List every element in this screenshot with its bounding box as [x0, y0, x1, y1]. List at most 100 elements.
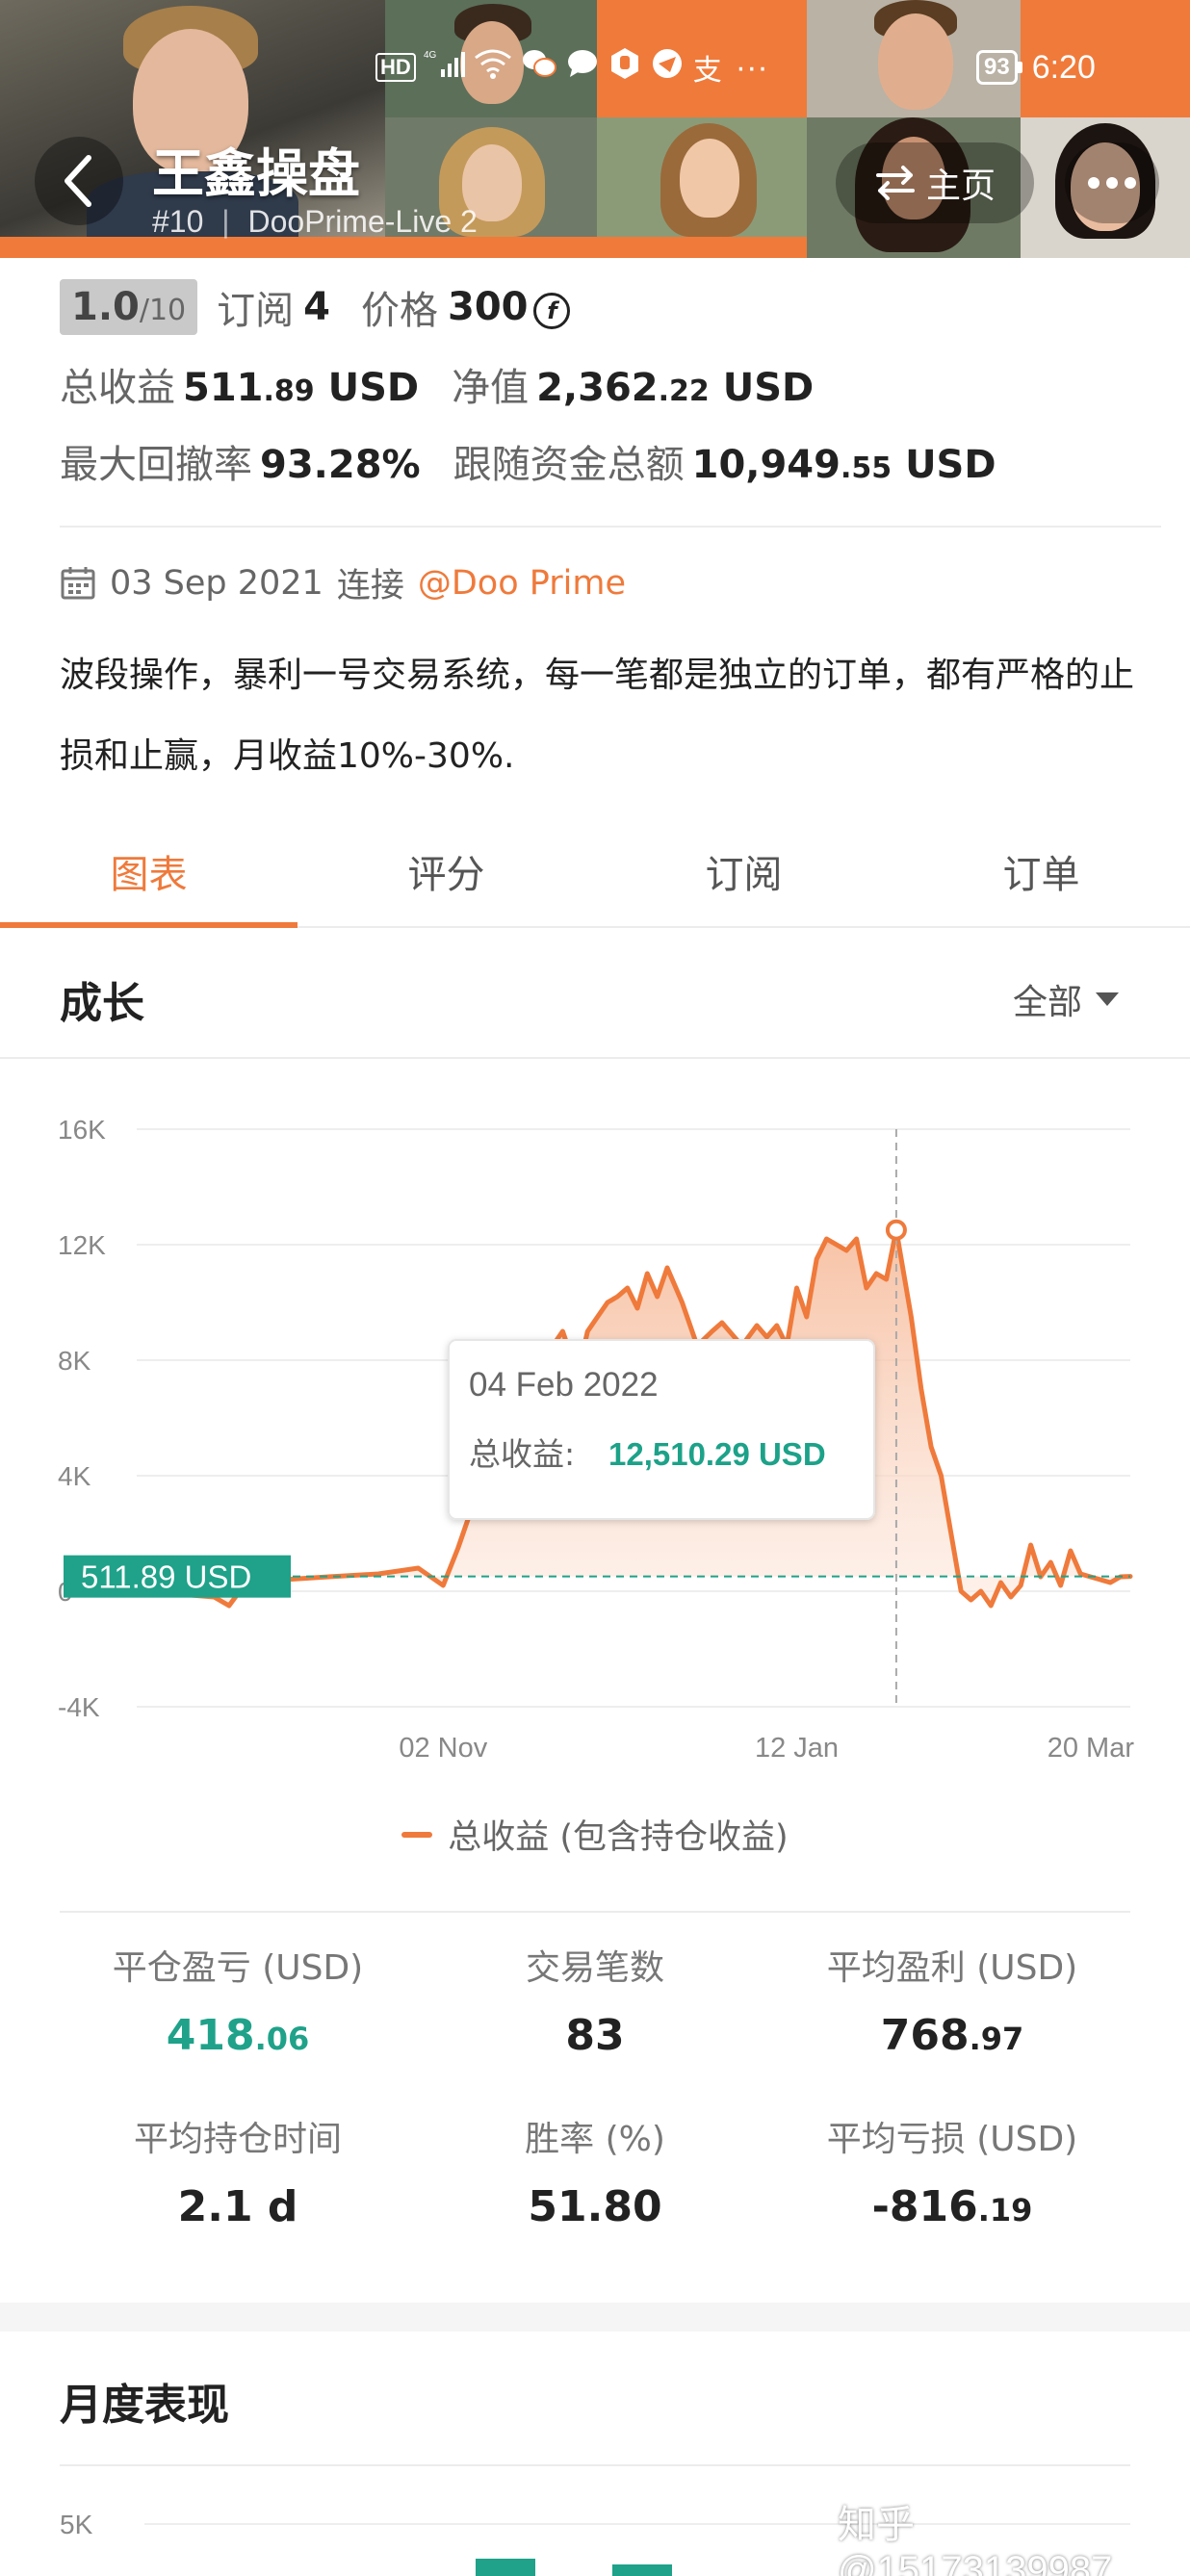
clock: 6:20 [1031, 48, 1096, 86]
tooltip-date: 04 Feb 2022 [469, 1366, 659, 1404]
stat-item: 平均盈利 (USD) 768.97 [774, 1940, 1130, 2060]
connection-date: 03 Sep 2021 [110, 563, 323, 603]
legend-swatch [401, 1831, 433, 1838]
broker-link[interactable]: @Doo Prime [418, 564, 626, 603]
section-gap [0, 2303, 1190, 2331]
tab-bar: 图表 评分 订阅 订单 [0, 824, 1190, 928]
stat-label: 平仓盈亏 (USD) [112, 1948, 364, 1988]
subscribe-count: 4 [303, 285, 330, 329]
stat-item: 交易笔数 83 [417, 1940, 773, 2060]
profile-header: HD 4G 支 ··· 93 6:20 王鑫操盘 #10 | DooPrime-… [0, 0, 1190, 258]
divider [0, 1057, 1190, 1059]
stat-value: 83 [565, 2011, 625, 2060]
x-tick-label: 02 Nov [399, 1733, 487, 1764]
monthly-bar[interactable] [612, 2564, 672, 2576]
x-tick-label: 12 Jan [755, 1733, 839, 1764]
trader-rank: #10 [152, 204, 204, 239]
y-tick-label: -4K [58, 1692, 100, 1722]
price-value: 300 [447, 285, 529, 329]
y-tick-label: 4K [58, 1461, 91, 1491]
stats-grid: 平仓盈亏 (USD) 418.06 交易笔数 83 平均盈利 (USD) 768.97 平均… [60, 1911, 1130, 2231]
chevron-left-icon [65, 155, 91, 207]
growth-chart[interactable]: 16K12K8K4K0-4K 02 Nov12 Jan20 Mar 511.89… [0, 1069, 1190, 1781]
app-icon [651, 47, 684, 89]
status-bar: HD 4G 支 ··· [375, 40, 768, 94]
svg-text:4G: 4G [424, 50, 437, 61]
stat-value: 768.97 [880, 2011, 1024, 2060]
hand-icon [608, 47, 641, 89]
tab-rating[interactable]: 评分 [298, 824, 595, 926]
coin-icon: f [533, 293, 571, 329]
home-button-label: 主页 [925, 167, 996, 206]
x-tick-label: 20 Mar [1048, 1733, 1135, 1764]
battery-icon: 93 [976, 50, 1022, 85]
tooltip-label: 总收益: [469, 1435, 575, 1473]
tooltip-value: 12,510.29 USD [608, 1436, 826, 1472]
y-tick-label: 12K [58, 1230, 106, 1260]
cover-photo [597, 117, 807, 237]
chart-legend: 总收益 (包含持仓收益) [0, 1810, 1190, 1859]
max-drawdown-value: 93.28% [260, 443, 421, 487]
caret-down-icon [1096, 992, 1120, 1006]
stat-value: 2.1 d [177, 2182, 298, 2231]
tab-orders[interactable]: 订单 [892, 824, 1190, 926]
rating-value: 1.0 [71, 285, 140, 329]
connection-line: 03 Sep 2021 连接 @Doo Prime [60, 558, 626, 607]
status-bar-right: 93 6:20 [976, 40, 1096, 94]
stat-label: 交易笔数 [525, 1948, 664, 1988]
divider [60, 526, 1161, 528]
divider [60, 2464, 1130, 2466]
stat-item: 平均持仓时间 2.1 d [60, 2111, 416, 2231]
stat-item: 平均亏损 (USD) -816.19 [774, 2111, 1130, 2231]
more-dots-icon [1088, 177, 1136, 189]
highlight-point [885, 1219, 907, 1241]
follow-total-value: 10,949.55 USD [691, 443, 996, 487]
strategy-description: 波段操作，暴利一号交易系统，每一笔都是独立的订单，都有严格的止损和止赢，月收益1… [60, 656, 1135, 776]
back-button[interactable] [35, 137, 123, 225]
tab-subscribe[interactable]: 订阅 [595, 824, 892, 926]
monthly-y-tick: 5K [60, 2510, 93, 2539]
drawdown-row: 最大回撤率 93.28% 跟随资金总额 10,949.55 USD [60, 433, 1167, 489]
rating-row: 1.0/10 订阅 4 价格 300 f [60, 279, 1167, 335]
chart-tooltip: 04 Feb 2022 总收益: 12,510.29 USD [448, 1339, 875, 1520]
watermark: 知乎 @15173139987 [838, 2504, 1113, 2576]
account-line: #10 | DooPrime-Live 2 [152, 204, 478, 239]
stat-item: 胜率 (%) 51.80 [417, 2111, 773, 2231]
wifi-icon [474, 48, 512, 88]
range-dropdown-value: 全部 [1013, 983, 1083, 1022]
range-dropdown[interactable]: 全部 [1013, 974, 1120, 1024]
follow-total-label: 跟随资金总额 [453, 443, 685, 487]
net-value: 2,362.22 USD [536, 366, 815, 410]
trader-summary: 1.0/10 订阅 4 价格 300 f 总收益 511.89 USD 净值 2… [60, 279, 1167, 489]
current-value-tag: 511.89 USD [64, 1555, 291, 1598]
connect-label: 连接 [336, 567, 404, 605]
home-button[interactable]: 主页 [836, 142, 1034, 223]
y-tick-label: 16K [58, 1115, 106, 1145]
price-label: 价格 [360, 289, 438, 333]
switch-arrows-icon [875, 166, 915, 200]
more-button[interactable] [1065, 142, 1159, 223]
message-icon [566, 48, 599, 88]
stat-item: 平仓盈亏 (USD) 418.06 [60, 1940, 416, 2060]
net-value-label: 净值 [452, 366, 530, 410]
tab-chart[interactable]: 图表 [0, 824, 298, 928]
profit-row: 总收益 511.89 USD 净值 2,362.22 USD [60, 356, 1167, 412]
total-profit-value: 511.89 USD [183, 366, 420, 410]
stat-value: 418.06 [166, 2011, 310, 2060]
monthly-bar[interactable] [476, 2559, 535, 2576]
rating-badge: 1.0/10 [60, 279, 198, 335]
rating-max: /10 [139, 294, 187, 327]
stat-value: -816.19 [871, 2182, 1033, 2231]
legend-label: 总收益 (包含持仓收益) [448, 1818, 789, 1857]
stat-value: 51.80 [528, 2182, 662, 2231]
stat-label: 平均亏损 (USD) [826, 2120, 1078, 2159]
alipay-icon: 支 [692, 55, 722, 87]
header-accent-strip [0, 237, 807, 258]
max-drawdown-label: 最大回撤率 [60, 443, 252, 487]
total-profit-label: 总收益 [60, 366, 175, 410]
account-name: DooPrime-Live 2 [247, 204, 478, 239]
stat-label: 平均盈利 (USD) [826, 1948, 1078, 1988]
calendar-icon [61, 566, 95, 599]
growth-title: 成长 [60, 979, 144, 1028]
4g-signal-icon: 4G [424, 48, 466, 88]
